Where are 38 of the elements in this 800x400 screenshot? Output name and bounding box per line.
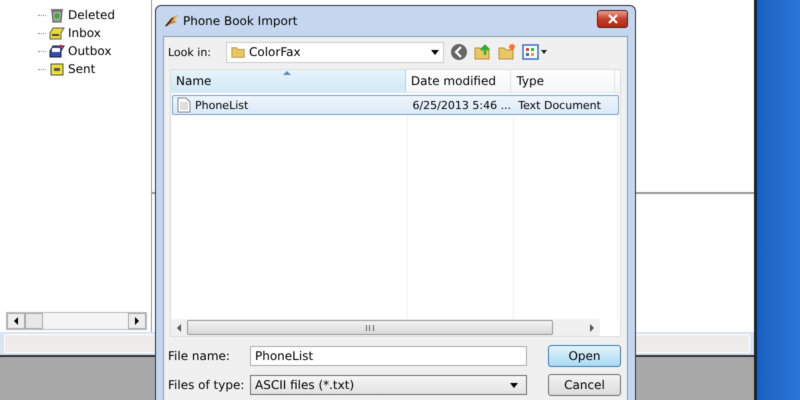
- document-icon: [177, 97, 191, 113]
- look-in-dropdown[interactable]: ColorFax: [226, 42, 444, 62]
- close-icon: [608, 14, 618, 24]
- sort-arrow-icon: [283, 71, 291, 75]
- tray-icon: [49, 61, 65, 77]
- window-title: Phone Book Import: [183, 14, 298, 28]
- view-menu-icon[interactable]: [522, 43, 548, 61]
- file-name: PhoneList: [195, 98, 248, 112]
- file-row[interactable]: PhoneList 6/25/2013 5:46 ... Text Document: [172, 95, 619, 115]
- new-folder-icon[interactable]: [498, 43, 516, 61]
- folder-up-icon[interactable]: [474, 43, 492, 61]
- column-header[interactable]: Name: [171, 70, 406, 92]
- file-type-dropdown[interactable]: ASCII files (*.txt): [250, 375, 527, 395]
- caret-icon: [431, 50, 439, 54]
- file-date: 6/25/2013 5:46 ...: [411, 98, 512, 112]
- tree-item[interactable]: Inbox: [68, 26, 101, 40]
- bird-icon: [163, 13, 179, 29]
- tree-item[interactable]: Sent: [68, 62, 96, 76]
- tree-item[interactable]: Deleted: [68, 8, 116, 22]
- file-type-label: Files of type:: [168, 378, 246, 392]
- close-button[interactable]: [597, 10, 628, 28]
- file-type: Text Document: [517, 98, 602, 112]
- folder-icon: [231, 44, 245, 60]
- horizontal-scrollbar[interactable]: [171, 319, 600, 336]
- column-header[interactable]: Date modified: [406, 70, 512, 92]
- file-name-field[interactable]: PhoneList: [250, 346, 527, 366]
- look-in-label: Look in:: [168, 46, 212, 58]
- open-button[interactable]: Open: [548, 345, 621, 367]
- inbox-icon: [49, 25, 65, 41]
- caret-icon: [510, 382, 518, 388]
- tree-item[interactable]: Outbox: [68, 44, 112, 58]
- file-name-label: File name:: [168, 349, 231, 363]
- column-header[interactable]: Type: [511, 70, 615, 92]
- outbox-icon: [49, 43, 65, 59]
- horizontal-scrollbar[interactable]: [6, 312, 147, 330]
- cancel-button[interactable]: Cancel: [548, 374, 621, 396]
- back-icon[interactable]: [450, 43, 468, 61]
- trash-icon: [49, 7, 65, 23]
